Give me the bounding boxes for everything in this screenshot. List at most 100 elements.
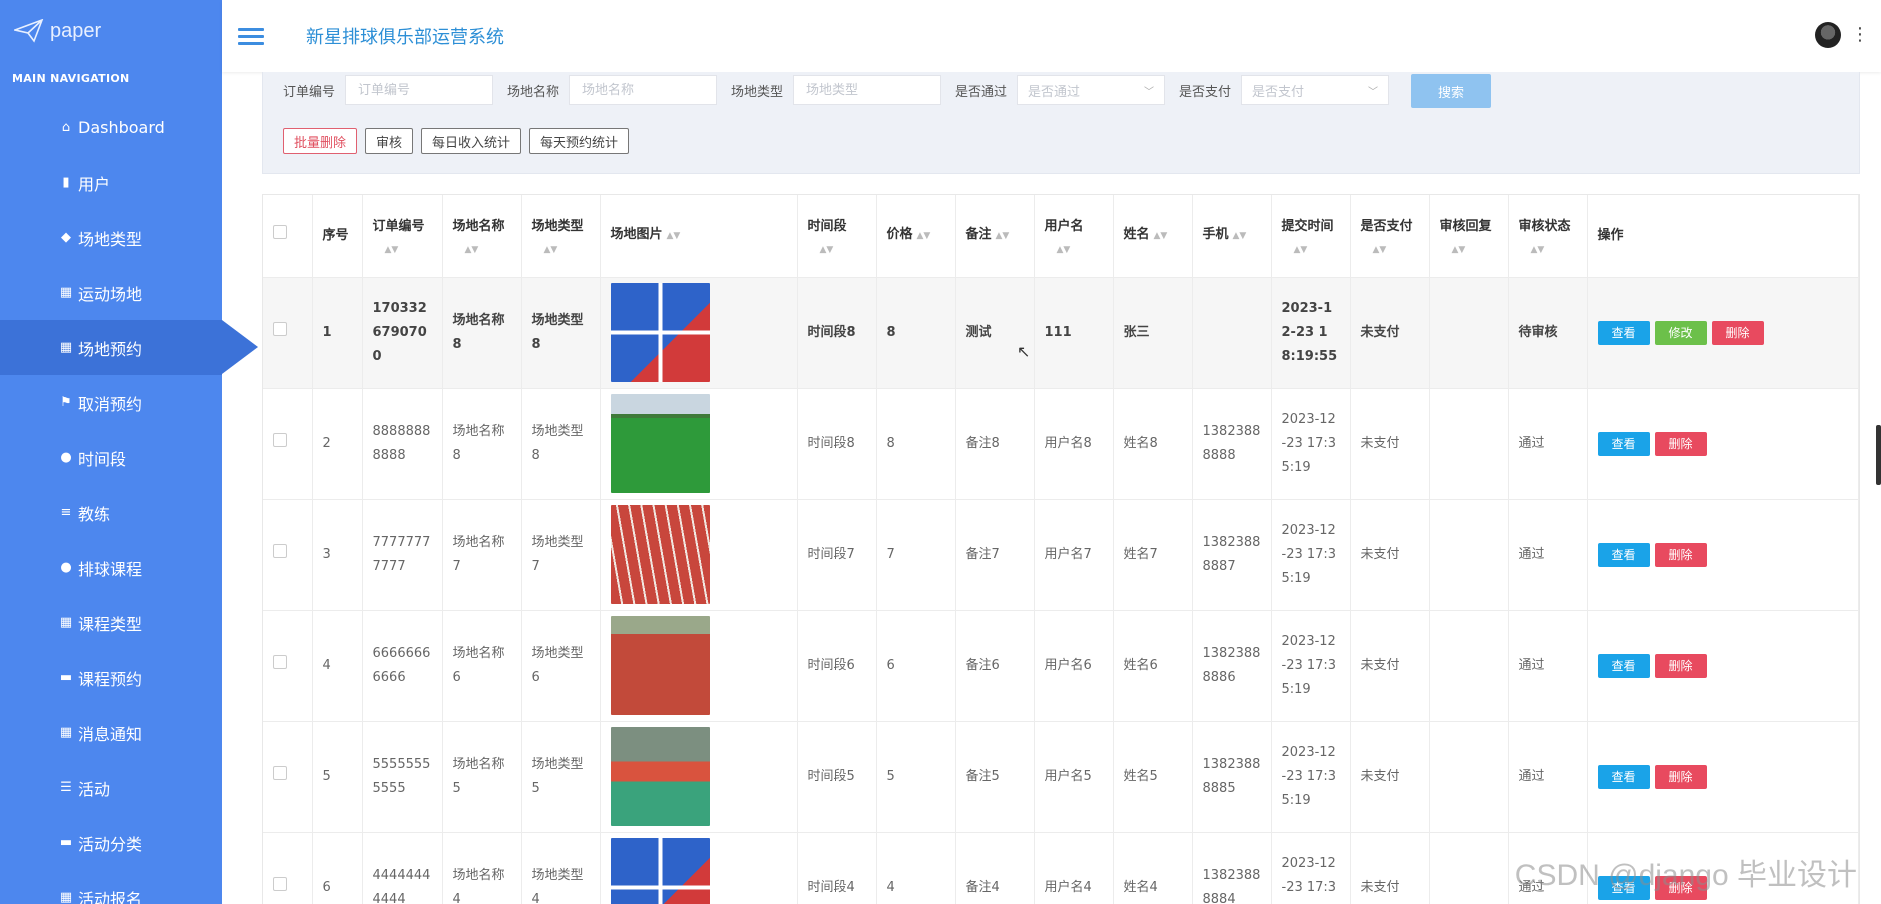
sort-icon[interactable]: ▲▼ bbox=[996, 224, 1010, 248]
row-checkbox[interactable] bbox=[273, 654, 287, 669]
venue-thumbnail[interactable] bbox=[610, 616, 710, 715]
row-checkbox[interactable] bbox=[273, 321, 287, 336]
approved-select[interactable]: 是否通过 ﹀ bbox=[1017, 75, 1166, 105]
row-checkbox[interactable] bbox=[273, 543, 287, 558]
venue-thumbnail[interactable] bbox=[610, 394, 710, 493]
view-button[interactable]: 查看 bbox=[1597, 320, 1650, 345]
header-venue-name[interactable]: 场地名称 ▲▼ bbox=[442, 195, 522, 278]
cell-submit-time: 2023-12-23 17:35:19 bbox=[1271, 832, 1351, 904]
sidebar-item-4[interactable]: ▦ 场地预约 bbox=[0, 320, 258, 375]
venue-thumbnail[interactable] bbox=[610, 727, 710, 826]
edit-button[interactable]: 修改 bbox=[1654, 320, 1707, 345]
sidebar-item-14[interactable]: ▦ 活动报名 bbox=[0, 870, 222, 904]
delete-button[interactable]: 删除 bbox=[1654, 431, 1707, 456]
row-checkbox[interactable] bbox=[273, 765, 287, 780]
sidebar-item-0[interactable]: ⌂ Dashboard bbox=[0, 100, 222, 155]
watermark: CSDN @django 毕业设计 bbox=[1514, 859, 1857, 892]
sort-icon[interactable]: ▲▼ bbox=[1233, 224, 1247, 248]
header-time-slot[interactable]: 时间段 ▲▼ bbox=[797, 195, 877, 278]
delete-button[interactable]: 删除 bbox=[1654, 542, 1707, 567]
daily-income-button[interactable]: 每日收入统计 bbox=[421, 128, 522, 154]
avatar[interactable] bbox=[1815, 22, 1841, 48]
cell-price: 8 bbox=[876, 388, 956, 500]
sort-icon[interactable]: ▲▼ bbox=[532, 243, 590, 257]
header-name[interactable]: 姓名 ▲▼ bbox=[1113, 195, 1193, 278]
table-row[interactable]: 3 77777777777 场地名称7 场地类型7 时间段7 7 备注7 用户名7 姓名7 138… bbox=[263, 499, 1859, 611]
view-button[interactable]: 查看 bbox=[1597, 542, 1650, 567]
review-button[interactable]: 审核 bbox=[365, 128, 414, 154]
select-all-checkbox[interactable] bbox=[273, 224, 287, 239]
header-venue-image[interactable]: 场地图片 ▲▼ bbox=[600, 195, 798, 278]
sidebar-item-6[interactable]: ● 时间段 bbox=[0, 430, 222, 485]
sort-icon[interactable]: ▲▼ bbox=[1154, 224, 1168, 248]
table-row[interactable]: 4 66666666666 场地名称6 场地类型6 时间段6 6 备注6 用户名6 姓名6 138… bbox=[263, 610, 1859, 722]
view-button[interactable]: 查看 bbox=[1597, 653, 1650, 678]
header-venue-type[interactable]: 场地类型 ▲▼ bbox=[521, 195, 601, 278]
sidebar-item-7[interactable]: ≡ 教练 bbox=[0, 485, 222, 540]
sidebar-item-2[interactable]: ◆ 场地类型 bbox=[0, 210, 222, 265]
sidebar-item-13[interactable]: ▬ 活动分类 bbox=[0, 815, 222, 870]
header-phone[interactable]: 手机 ▲▼ bbox=[1192, 195, 1272, 278]
sort-icon[interactable]: ▲▼ bbox=[1045, 243, 1103, 257]
header-username[interactable]: 用户名 ▲▼ bbox=[1034, 195, 1114, 278]
scrollbar-thumb[interactable] bbox=[1876, 425, 1881, 485]
sidebar-item-9[interactable]: ▦ 课程类型 bbox=[0, 595, 222, 650]
sort-icon[interactable]: ▲▼ bbox=[373, 243, 432, 257]
header-phone-label: 手机 bbox=[1202, 227, 1229, 243]
header-review-status[interactable]: 审核状态 ▲▼ bbox=[1508, 195, 1588, 278]
venue-name-label: 场地名称 bbox=[507, 84, 560, 100]
venue-thumbnail[interactable] bbox=[610, 838, 710, 904]
sidebar-item-12[interactable]: ☰ 活动 bbox=[0, 760, 222, 815]
menu-toggle-icon[interactable] bbox=[238, 24, 264, 49]
user-area: ⋮ bbox=[1815, 22, 1869, 48]
table-row[interactable]: 5 55555555555 场地名称5 场地类型5 时间段5 5 备注5 用户名5 姓名5 138… bbox=[263, 721, 1859, 833]
sidebar-item-5[interactable]: ⚑ 取消预约 bbox=[0, 375, 222, 430]
header-order-no[interactable]: 订单编号 ▲▼ bbox=[362, 195, 443, 278]
sort-icon[interactable]: ▲▼ bbox=[1282, 243, 1340, 257]
daily-booking-button[interactable]: 每天预约统计 bbox=[529, 128, 630, 154]
paid-select-placeholder: 是否支付 bbox=[1252, 84, 1305, 100]
paid-select[interactable]: 是否支付 ﹀ bbox=[1241, 75, 1390, 105]
header-submit-time[interactable]: 提交时间 ▲▼ bbox=[1271, 195, 1351, 278]
sort-icon[interactable]: ▲▼ bbox=[808, 243, 866, 257]
cell-phone: 13823888885 bbox=[1192, 721, 1272, 833]
view-button[interactable]: 查看 bbox=[1597, 431, 1650, 456]
sidebar-item-1[interactable]: ▮ 用户 bbox=[0, 155, 222, 210]
row-checkbox[interactable] bbox=[273, 432, 287, 447]
sidebar-item-8[interactable]: ● 排球课程 bbox=[0, 540, 222, 595]
sort-icon[interactable]: ▲▼ bbox=[1361, 243, 1419, 257]
venue-name-input[interactable] bbox=[569, 75, 718, 105]
header-remark[interactable]: 备注 ▲▼ bbox=[955, 195, 1035, 278]
sort-icon[interactable]: ▲▼ bbox=[1519, 243, 1577, 257]
sidebar-item-10[interactable]: ▬ 课程预约 bbox=[0, 650, 222, 705]
venue-thumbnail[interactable] bbox=[610, 505, 710, 604]
row-checkbox[interactable] bbox=[273, 876, 287, 891]
more-menu-icon[interactable]: ⋮ bbox=[1851, 26, 1869, 44]
mouse-cursor-icon: ↖ bbox=[1017, 342, 1031, 361]
sidebar-item-3[interactable]: ▦ 运动场地 bbox=[0, 265, 222, 320]
header-price[interactable]: 价格 ▲▼ bbox=[876, 195, 956, 278]
batch-delete-button[interactable]: 批量删除 bbox=[283, 128, 358, 154]
logo[interactable]: paper bbox=[0, 0, 222, 62]
venue-thumbnail[interactable] bbox=[610, 283, 710, 382]
cell-remark: 备注4 bbox=[955, 832, 1035, 904]
delete-button[interactable]: 删除 bbox=[1711, 320, 1764, 345]
header-review-reply[interactable]: 审核回复 ▲▼ bbox=[1429, 195, 1509, 278]
order-no-input[interactable] bbox=[345, 75, 494, 105]
header-paid[interactable]: 是否支付 ▲▼ bbox=[1350, 195, 1430, 278]
sidebar-item-11[interactable]: ▦ 消息通知 bbox=[0, 705, 222, 760]
table-row[interactable]: 2 88888888888 场地名称8 场地类型8 时间段8 8 备注8 用户名8 姓名8 138… bbox=[263, 388, 1859, 500]
sort-icon[interactable]: ▲▼ bbox=[917, 224, 931, 248]
venue-type-input[interactable] bbox=[793, 75, 942, 105]
delete-button[interactable]: 删除 bbox=[1654, 764, 1707, 789]
order-no-label: 订单编号 bbox=[283, 84, 336, 100]
view-button[interactable]: 查看 bbox=[1597, 764, 1650, 789]
delete-button[interactable]: 删除 bbox=[1654, 653, 1707, 678]
search-button[interactable]: 搜索 bbox=[1411, 74, 1491, 108]
sort-icon[interactable]: ▲▼ bbox=[1440, 243, 1498, 257]
cell-venue-image bbox=[600, 721, 798, 833]
sort-icon[interactable]: ▲▼ bbox=[453, 243, 511, 257]
cell-review-reply bbox=[1429, 499, 1509, 611]
sort-icon[interactable]: ▲▼ bbox=[667, 224, 681, 248]
table-row[interactable]: 1 1703326790700 场地名称8 场地类型8 时间段8 8 测试 111 张三 2023… bbox=[263, 277, 1859, 389]
